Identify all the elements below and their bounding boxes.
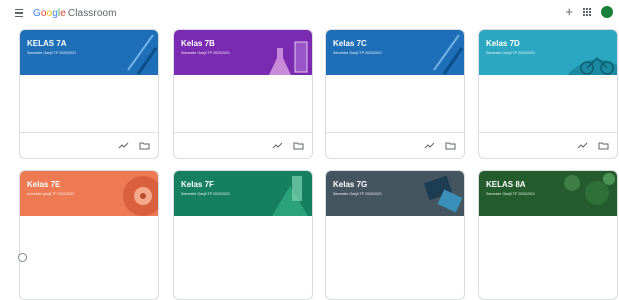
banner-illustration <box>127 34 158 75</box>
logo-letter: e <box>60 7 66 19</box>
class-card-banner[interactable]: Kelas 7F Semester Ganjil TP 2020/2021 <box>174 171 312 216</box>
class-title[interactable]: Kelas 7C <box>333 39 367 48</box>
class-subtitle: Semester Ganjil TP 2020/2021 <box>27 51 77 55</box>
banner-illustration <box>423 175 463 213</box>
class-subtitle: Semester Ganjil TP 2020/2021 <box>181 192 231 196</box>
folder-icon[interactable] <box>598 141 609 150</box>
logo-product-name: Classroom <box>67 7 117 19</box>
class-card[interactable]: Kelas 7E semester ganjil TP 2020/2021 <box>19 170 159 300</box>
class-card-footer <box>20 132 158 158</box>
trend-icon[interactable] <box>424 141 435 150</box>
class-title[interactable]: KELAS 7A <box>27 39 67 48</box>
trend-icon[interactable] <box>577 141 588 150</box>
class-title[interactable]: Kelas 7G <box>333 180 367 189</box>
class-card[interactable]: Kelas 7F Semester Ganjil TP 2020/2021 <box>173 170 313 300</box>
banner-illustration <box>269 41 308 75</box>
class-title[interactable]: Kelas 7F <box>181 180 214 189</box>
app-logo[interactable]: Google Classroom <box>33 8 117 19</box>
top-actions: + <box>565 5 613 19</box>
menu-icon[interactable] <box>15 9 23 17</box>
class-card[interactable]: KELAS 7A Semester Ganjil TP 2020/2021 <box>19 29 159 159</box>
class-subtitle: Semester Ganjil TP 2020/2021 <box>333 51 383 55</box>
folder-icon[interactable] <box>445 141 456 150</box>
banner-illustration <box>564 173 615 205</box>
class-card-footer <box>174 132 312 158</box>
class-card[interactable]: Kelas 7B Semester Ganjil TP 2020/2021 <box>173 29 313 159</box>
class-card-banner[interactable]: Kelas 7B Semester Ganjil TP 2020/2021 <box>174 30 312 75</box>
class-subtitle: Semester Ganjil TP 2020/2021 <box>333 192 383 196</box>
class-title[interactable]: Kelas 7D <box>486 39 520 48</box>
class-card-footer <box>326 132 464 158</box>
top-app-bar: Google Classroom + <box>0 0 619 26</box>
class-card[interactable]: Kelas 7G Semester Ganjil TP 2020/2021 <box>325 170 465 300</box>
class-subtitle: Semester Ganjil TP 2020/2021 <box>486 51 536 55</box>
class-title[interactable]: Kelas 7B <box>181 39 215 48</box>
class-card-banner[interactable]: Kelas 7G Semester Ganjil TP 2020/2021 <box>326 171 464 216</box>
folder-icon[interactable] <box>293 141 304 150</box>
class-card-banner[interactable]: Kelas 7D Semester Ganjil TP 2020/2021 <box>479 30 617 75</box>
trend-icon[interactable] <box>272 141 283 150</box>
class-subtitle: semester ganjil TP 2020/2021 <box>27 192 75 196</box>
banner-illustration <box>433 34 464 75</box>
class-card-banner[interactable]: Kelas 7C Semester Ganjil TP 2020/2021 <box>326 30 464 75</box>
class-card-banner[interactable]: Kelas 7E semester ganjil TP 2020/2021 <box>20 171 158 216</box>
plus-icon[interactable]: + <box>565 5 573 19</box>
logo-letter: G <box>33 7 41 19</box>
banner-illustration <box>567 57 617 75</box>
class-card[interactable]: Kelas 7C Semester Ganjil TP 2020/2021 <box>325 29 465 159</box>
class-title[interactable]: KELAS 8A <box>486 180 526 189</box>
trend-icon[interactable] <box>118 141 129 150</box>
help-icon[interactable] <box>18 253 27 262</box>
class-card[interactable]: Kelas 7D Semester Ganjil TP 2020/2021 <box>478 29 618 159</box>
banner-illustration <box>123 176 158 216</box>
apps-icon[interactable] <box>583 8 591 16</box>
class-card[interactable]: KELAS 8A Semester Ganjil TP 2020/2021 <box>478 170 618 300</box>
class-card-banner[interactable]: KELAS 7A Semester Ganjil TP 2020/2021 <box>20 30 158 75</box>
class-card-footer <box>479 132 617 158</box>
banner-illustration <box>272 176 308 216</box>
class-card-banner[interactable]: KELAS 8A Semester Ganjil TP 2020/2021 <box>479 171 617 216</box>
class-title[interactable]: Kelas 7E <box>27 180 60 189</box>
folder-icon[interactable] <box>139 141 150 150</box>
avatar[interactable] <box>601 6 613 18</box>
class-subtitle: Semester Ganjil TP 2020/2021 <box>486 192 536 196</box>
class-subtitle: Semester Ganjil TP 2020/2021 <box>181 51 231 55</box>
